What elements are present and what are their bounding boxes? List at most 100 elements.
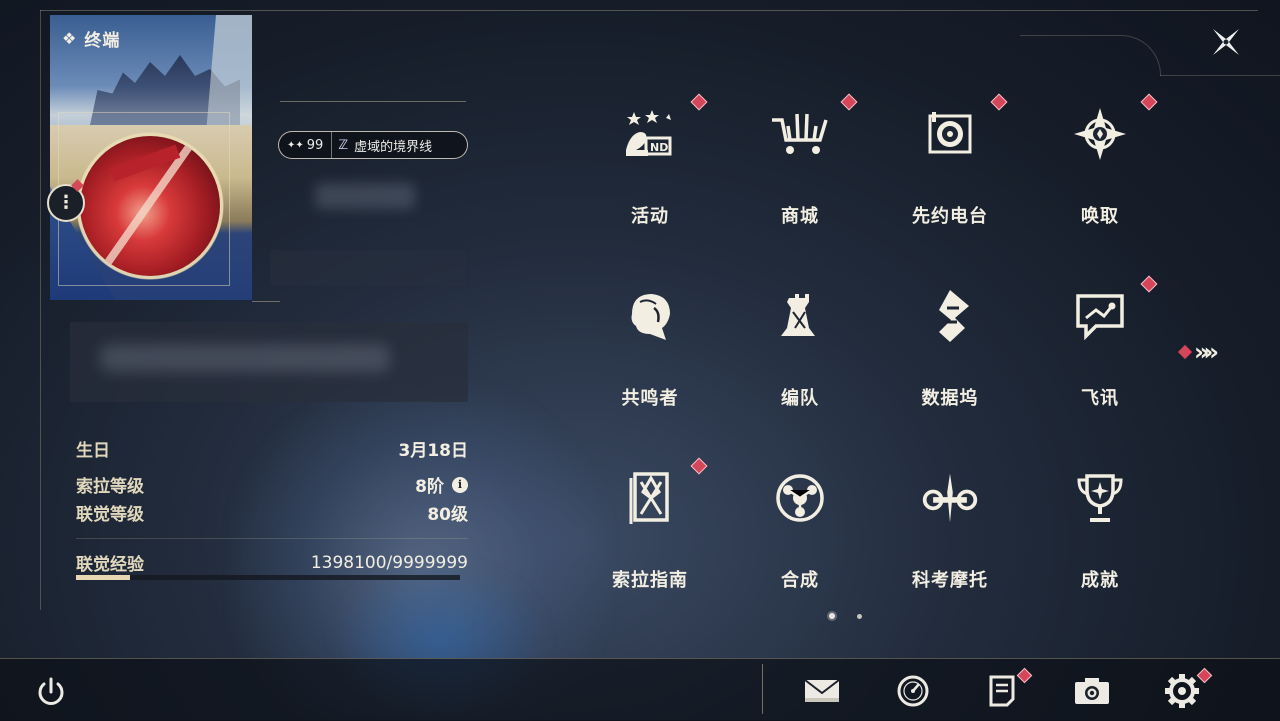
menu-item-label: 合成 xyxy=(781,570,819,591)
signature: ℤ 虚域的境界线 xyxy=(332,136,432,155)
stat-label: 联觉经验 xyxy=(76,555,144,575)
event-2nd-icon: ND xyxy=(620,104,680,164)
trophy-icon xyxy=(1070,468,1130,528)
menu-item-label: 活动 xyxy=(631,206,669,227)
double-chevron-right-icon: »» xyxy=(1194,338,1219,366)
menu-item-label: 数据坞 xyxy=(921,388,979,409)
signature-icon: ℤ xyxy=(338,137,349,153)
alert-dot xyxy=(1177,344,1193,360)
union-level: ✦✦ 99 xyxy=(279,132,333,158)
notice-button[interactable] xyxy=(982,672,1022,710)
stat-label: 联觉等级 xyxy=(76,505,144,525)
compass-star-icon xyxy=(1070,104,1130,164)
terminal-icon: ❖ xyxy=(62,29,77,48)
time-button[interactable] xyxy=(893,672,933,710)
menu-item-label: 唤取 xyxy=(1081,206,1119,227)
frame-notch xyxy=(1020,35,1161,76)
next-page-button[interactable]: »» xyxy=(1177,338,1219,366)
frame-left-line xyxy=(40,10,41,610)
mail-icon xyxy=(804,679,840,702)
stat-row-sola-level: 索拉等级 8阶 i xyxy=(76,472,468,497)
signature-text: 虚域的境界线 xyxy=(354,139,433,155)
blurred-bio-text xyxy=(100,344,390,372)
avatar[interactable] xyxy=(80,136,220,276)
shopping-cart-icon xyxy=(770,104,830,164)
menu-item-10[interactable]: 科考摩托 xyxy=(875,452,1025,634)
menu-item-3[interactable]: 唤取 xyxy=(1025,88,1175,270)
menu-item-label: 科考摩托 xyxy=(912,570,988,591)
character-profile-icon xyxy=(620,286,680,346)
divider xyxy=(76,538,468,539)
menu-item-label: 先约电台 xyxy=(912,206,988,227)
profile-badge[interactable]: ✦✦ 99 ℤ 虚域的境界线 xyxy=(278,131,468,159)
chat-bubble-icon xyxy=(1070,286,1130,346)
page-indicator xyxy=(829,613,862,619)
stat-value-wrap: 8阶 i xyxy=(415,472,468,497)
stat-value: 80级 xyxy=(427,505,468,525)
close-button[interactable] xyxy=(1206,22,1246,62)
menu-item-label: 飞讯 xyxy=(1081,388,1119,409)
menu-grid: ND 活动 商城 先约电台 唤取共鸣者 编队 数据坞 飞讯索拉指南 合成 科考摩托 成就 xyxy=(575,88,1175,634)
menu-item-11[interactable]: 成就 xyxy=(1025,452,1175,634)
stat-row-union-level: 联觉等级 80级 xyxy=(76,500,468,525)
blurred-player-id xyxy=(270,250,466,286)
menu-item-6[interactable]: 数据坞 xyxy=(875,270,1025,452)
menu-item-label: 商城 xyxy=(781,206,819,227)
blurred-player-name xyxy=(315,183,415,209)
stat-row-birthday: 生日 3月18日 xyxy=(76,436,468,461)
data-dock-icon xyxy=(920,286,980,346)
menu-item-0[interactable]: ND 活动 xyxy=(575,88,725,270)
union-level-value: 99 xyxy=(306,137,324,153)
alert-dot xyxy=(990,93,1008,111)
mail-button[interactable] xyxy=(802,672,842,710)
header: ❖ 终端 xyxy=(62,26,120,51)
stat-value: 3月18日 xyxy=(398,441,469,461)
clock-icon xyxy=(897,675,929,707)
stat-row-union-exp: 联觉经验 1398100/9999999 xyxy=(76,550,468,576)
stat-label: 生日 xyxy=(76,441,110,461)
menu-item-9[interactable]: 合成 xyxy=(725,452,875,634)
power-button[interactable] xyxy=(33,674,69,710)
menu-item-5[interactable]: 编队 xyxy=(725,270,875,452)
more-icon: ⋮ xyxy=(57,192,75,213)
photo-button[interactable] xyxy=(1072,672,1112,710)
frame-top-line xyxy=(40,10,1258,11)
menu-item-4[interactable]: 共鸣者 xyxy=(575,270,725,452)
menu-item-label: 共鸣者 xyxy=(621,388,679,409)
blurred-bio-panel xyxy=(70,322,468,402)
menu-item-7[interactable]: 飞讯 xyxy=(1025,270,1175,452)
settings-button[interactable] xyxy=(1162,672,1202,710)
stat-value: 8阶 xyxy=(415,477,444,497)
chess-pieces-icon xyxy=(770,286,830,346)
alert-dot xyxy=(1140,275,1158,293)
divider xyxy=(252,301,280,302)
menu-item-1[interactable]: 商城 xyxy=(725,88,875,270)
menu-item-label: 成就 xyxy=(1081,570,1119,591)
close-icon xyxy=(1213,29,1239,55)
menu-item-label: 索拉指南 xyxy=(612,570,688,591)
page-title: 终端 xyxy=(84,31,121,51)
divider xyxy=(280,101,466,102)
radio-icon xyxy=(920,104,980,164)
frame-right-line xyxy=(1160,75,1280,76)
power-icon xyxy=(38,677,64,705)
alert-dot xyxy=(840,93,858,111)
stat-label: 索拉等级 xyxy=(76,477,144,497)
motorcycle-icon xyxy=(920,468,980,528)
menu-item-2[interactable]: 先约电台 xyxy=(875,88,1025,270)
menu-item-8[interactable]: 索拉指南 xyxy=(575,452,725,634)
stat-value: 1398100/9999999 xyxy=(310,552,468,573)
menu-item-label: 编队 xyxy=(781,388,819,409)
notice-icon xyxy=(989,675,1015,707)
guide-book-icon xyxy=(620,468,680,528)
exp-progress-fill xyxy=(76,575,130,580)
level-star-icon: ✦✦ xyxy=(287,139,304,151)
page-dot-active[interactable] xyxy=(829,613,835,619)
page-dot[interactable] xyxy=(857,613,862,619)
alert-dot xyxy=(690,93,708,111)
alert-dot xyxy=(690,457,708,475)
exp-progress-bar xyxy=(76,575,460,580)
svg-text:ND: ND xyxy=(650,141,668,154)
info-icon[interactable]: i xyxy=(452,476,468,493)
camera-icon xyxy=(1075,678,1109,704)
